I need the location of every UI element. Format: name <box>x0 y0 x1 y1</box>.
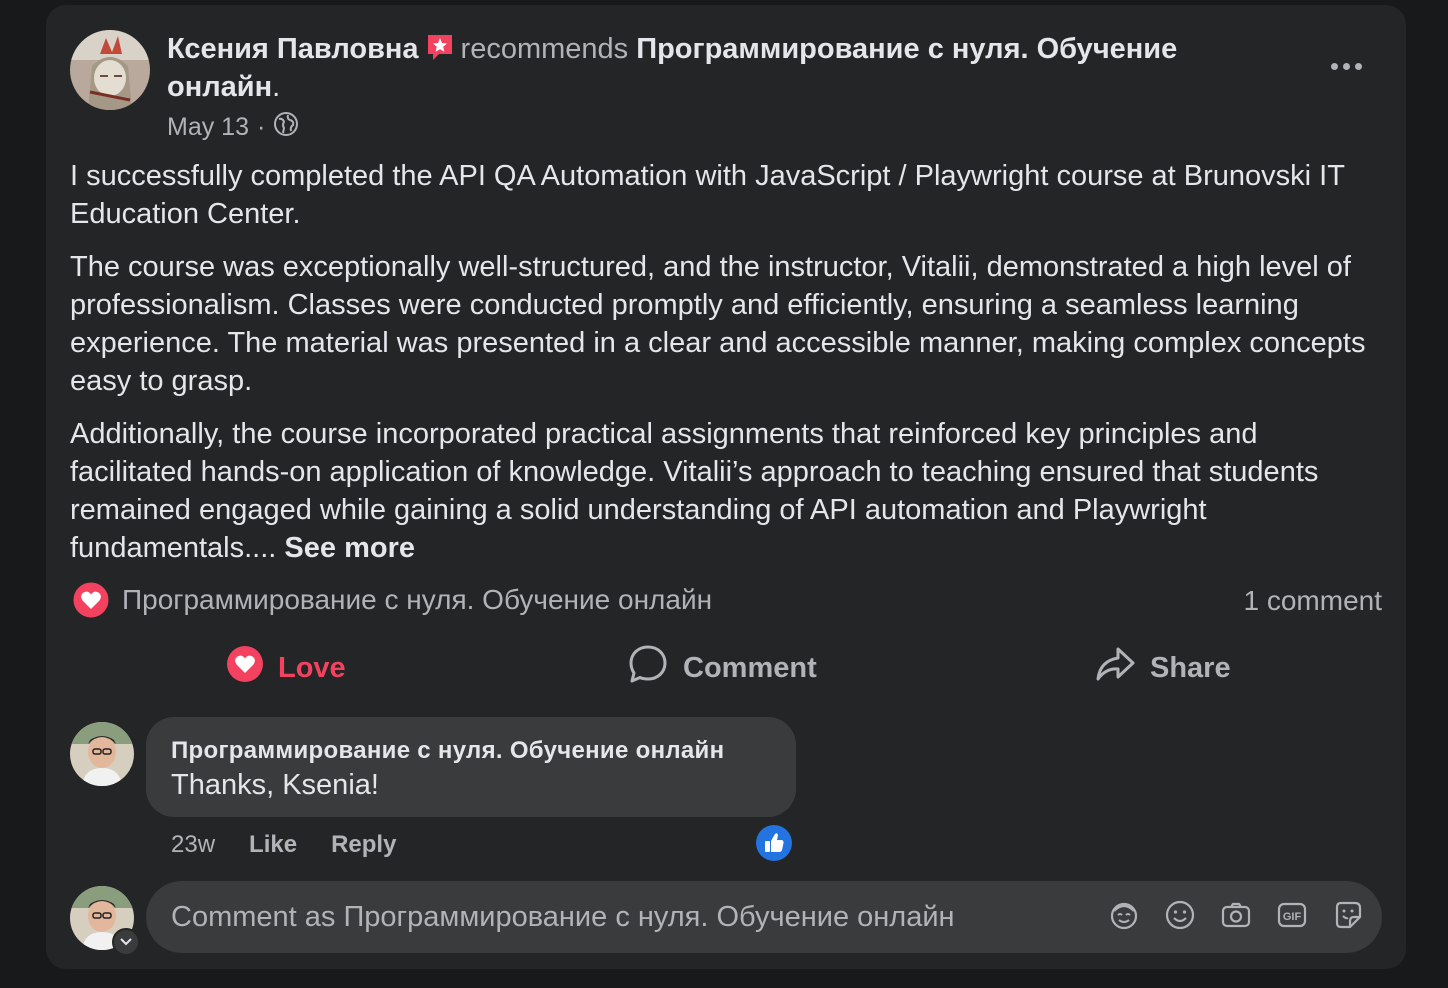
comment-composer[interactable]: Comment as Программирование с нуля. Обуч… <box>146 881 1382 953</box>
switch-profile-button[interactable] <box>112 928 140 956</box>
meta-separator: · <box>256 113 266 141</box>
post-card: Ксения Павловна recommends Программирован… <box>46 5 1406 969</box>
comment-reply-button[interactable]: Reply <box>331 831 396 859</box>
emoji-icon[interactable] <box>1164 899 1196 931</box>
share-button[interactable]: Share <box>1094 641 1231 695</box>
share-arrow-icon <box>1094 643 1136 693</box>
comment-like-button[interactable]: Like <box>249 831 297 859</box>
commenter-avatar[interactable] <box>70 722 134 786</box>
post-paragraph: The course was exceptionally well-struct… <box>70 251 1366 397</box>
comment-button[interactable]: Comment <box>627 641 817 695</box>
see-more-link[interactable]: See more <box>284 532 415 564</box>
post-body: I successfully completed the API QA Auto… <box>70 157 1380 582</box>
post-date[interactable]: May 13 <box>167 113 249 142</box>
chevron-down-icon <box>120 938 132 946</box>
recommend-star-icon <box>425 32 455 62</box>
sticker-icon[interactable] <box>1332 899 1364 931</box>
more-dot-icon <box>1330 62 1338 70</box>
globe-icon <box>273 111 299 144</box>
comment-actions: 23w Like Reply <box>171 831 396 859</box>
comment-count-link[interactable]: 1 comment <box>1244 585 1383 617</box>
headline-period: . <box>272 71 281 103</box>
comment-bubble: Программирование с нуля. Обучение онлайн… <box>146 717 796 817</box>
recommends-label: recommends <box>460 33 629 65</box>
love-label: Love <box>278 651 346 684</box>
post-headline: Ксения Павловна recommends Программирован… <box>167 30 1267 106</box>
comment-label: Comment <box>683 651 817 684</box>
camera-icon[interactable] <box>1220 899 1252 931</box>
reactor-name[interactable]: Программирование с нуля. Обучение онлайн <box>122 584 712 616</box>
post-meta: May 13 · <box>167 111 299 144</box>
more-dot-icon <box>1354 62 1362 70</box>
love-button[interactable]: Love <box>226 641 346 695</box>
comment-age[interactable]: 23w <box>171 831 215 859</box>
love-icon <box>226 645 264 691</box>
composer-placeholder[interactable]: Comment as Программирование с нуля. Обуч… <box>171 901 955 934</box>
post-paragraph-text: Additionally, the course incorporated pr… <box>70 418 1319 564</box>
post-paragraph: I successfully completed the API QA Auto… <box>70 160 1345 230</box>
comment-author[interactable]: Программирование с нуля. Обучение онлайн <box>171 737 724 765</box>
author-avatar[interactable] <box>70 30 150 110</box>
like-reaction-icon[interactable] <box>755 824 793 862</box>
gif-icon[interactable]: GIF <box>1276 899 1308 931</box>
love-reaction-icon[interactable] <box>72 581 110 619</box>
avatar-sticker-icon[interactable] <box>1108 899 1140 931</box>
svg-text:GIF: GIF <box>1283 911 1302 923</box>
composer-toolbar: GIF <box>1108 899 1364 931</box>
comment-text: Thanks, Ksenia! <box>171 769 379 801</box>
share-label: Share <box>1150 651 1231 684</box>
reactions-summary: Программирование с нуля. Обучение онлайн… <box>72 581 1382 621</box>
more-options-button[interactable] <box>1324 51 1368 81</box>
more-dot-icon <box>1342 62 1350 70</box>
post-paragraph-last: Additionally, the course incorporated pr… <box>70 415 1380 567</box>
comment-bubble-icon <box>627 643 669 693</box>
author-name[interactable]: Ксения Павловна <box>167 33 419 65</box>
